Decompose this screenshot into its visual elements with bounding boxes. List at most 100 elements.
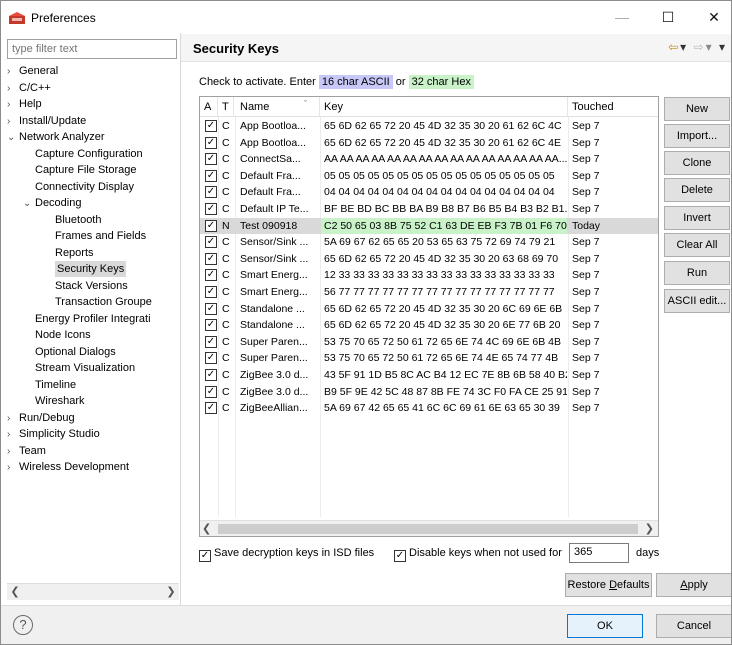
tree-item[interactable]: Capture File Storage (35, 162, 137, 178)
table-row[interactable]: ✓ C App Bootloa... 65 6D 62 65 72 20 45 4D … (200, 135, 658, 151)
active-checkbox[interactable]: ✓ (205, 352, 217, 365)
import-button[interactable]: Import... (664, 124, 730, 148)
table-row[interactable]: ✓ C ZigBee 3.0 d... B9 5F 9E 42 5C 48 87 8B… (200, 384, 658, 400)
table-scroll-left-icon[interactable]: ❮ (202, 521, 211, 536)
active-checkbox[interactable]: ✓ (205, 402, 217, 415)
active-checkbox[interactable]: ✓ (205, 203, 217, 215)
days-input[interactable]: 365 (569, 543, 629, 563)
expand-chevron-icon[interactable]: ⌄ (23, 196, 35, 212)
active-checkbox[interactable]: ✓ (205, 286, 217, 298)
active-checkbox[interactable]: ✓ (205, 319, 217, 332)
tree-item[interactable]: › Simplicity Studio (7, 426, 100, 442)
tree-item[interactable]: Optional Dialogs (35, 344, 116, 360)
table-scroll-right-icon[interactable]: ❯ (645, 521, 654, 536)
table-row[interactable]: ✓ C ZigBee 3.0 d... 43 5F 91 1D B5 8C AC B4… (200, 367, 658, 383)
active-checkbox[interactable]: ✓ (205, 136, 217, 149)
table-row[interactable]: ✓ C Default Fra... 04 04 04 04 04 04 04 04 … (200, 184, 658, 200)
clear-all-button[interactable]: Clear All (664, 233, 730, 257)
table-row[interactable]: ✓ C Default IP Te... BF BE BD BC BB BA B9 B… (200, 201, 658, 217)
tree-item[interactable]: Connectivity Display (35, 179, 134, 195)
tree-item[interactable]: Reports (55, 245, 94, 261)
table-row[interactable]: ✓ C ConnectSa... AA AA AA AA AA AA AA AA AA… (200, 151, 658, 167)
close-button[interactable]: ✕ (699, 5, 729, 29)
tree-item[interactable]: ⌄ Network Analyzer (7, 129, 105, 145)
back-arrow-icon[interactable]: ⇦ (668, 40, 680, 54)
tree-horizontal-scrollbar[interactable]: ❮ ❯ (7, 583, 179, 600)
column-header-name[interactable]: Name ˇ (236, 97, 320, 117)
save-keys-checkbox[interactable]: ✓ (199, 550, 211, 562)
cancel-button[interactable]: Cancel (656, 614, 731, 638)
maximize-button[interactable]: ☐ (653, 5, 683, 29)
collapse-chevron-icon[interactable]: › (7, 411, 19, 427)
save-keys-option[interactable]: ✓ Save decryption keys in ISD files (199, 545, 374, 562)
table-row[interactable]: ✓ C Default Fra... 05 05 05 05 05 05 05 05 … (200, 168, 658, 184)
column-header-type[interactable]: T (218, 97, 234, 117)
active-checkbox[interactable]: ✓ (205, 219, 217, 232)
tree-item[interactable]: ⌄ Decoding (23, 195, 81, 211)
tree-item[interactable]: Transaction Groupe (55, 294, 152, 310)
table-scroll-thumb[interactable] (218, 524, 638, 534)
help-icon[interactable]: ? (13, 615, 33, 635)
tree-item[interactable]: › General (7, 63, 58, 79)
tree-item[interactable]: › C/C++ (7, 80, 51, 96)
collapse-chevron-icon[interactable]: › (7, 427, 19, 443)
active-checkbox[interactable]: ✓ (205, 302, 217, 315)
active-checkbox[interactable]: ✓ (205, 369, 217, 381)
collapse-chevron-icon[interactable]: › (7, 460, 19, 476)
active-checkbox[interactable]: ✓ (205, 385, 217, 398)
scroll-left-icon[interactable]: ❮ (7, 584, 23, 601)
ascii-edit-button[interactable]: ASCII edit... (664, 289, 730, 313)
ok-button[interactable]: OK (567, 614, 643, 638)
invert-button[interactable]: Invert (664, 206, 730, 230)
tree-item[interactable]: Wireshark (35, 393, 85, 409)
tree-item[interactable]: Stack Versions (55, 278, 128, 294)
collapse-chevron-icon[interactable]: › (7, 97, 19, 113)
tree-item[interactable]: › Install/Update (7, 113, 86, 129)
minimize-button[interactable]: — (607, 5, 637, 29)
column-header-active[interactable]: A (200, 97, 218, 117)
new-button[interactable]: New (664, 97, 730, 121)
back-dropdown-icon[interactable]: ▾ (680, 40, 688, 54)
table-row[interactable]: ✓ N Test 090918 C2 50 65 03 8B 75 52 C1 63 … (200, 217, 658, 234)
pane-divider[interactable] (180, 33, 181, 605)
tree-item[interactable]: › Team (7, 443, 46, 459)
run-hmac-button[interactable]: Run HMAC... (664, 261, 730, 301)
table-horizontal-scrollbar[interactable]: ❮ ❯ (200, 520, 658, 536)
collapse-chevron-icon[interactable]: › (7, 64, 19, 80)
tree-item[interactable]: › Run/Debug (7, 410, 75, 426)
expand-chevron-icon[interactable]: ⌄ (7, 130, 19, 146)
tree-item[interactable]: › Wireless Development (7, 459, 129, 475)
collapse-chevron-icon[interactable]: › (7, 81, 19, 97)
active-checkbox[interactable]: ✓ (205, 269, 217, 282)
filter-input[interactable] (7, 39, 177, 59)
table-row[interactable]: ✓ C Standalone ... 65 6D 62 65 72 20 45 4D … (200, 301, 658, 317)
table-row[interactable]: ✓ C Smart Energ... 12 33 33 33 33 33 33 33 … (200, 267, 658, 283)
tree-item[interactable]: Capture Configuration (35, 146, 143, 162)
apply-button[interactable]: Apply (656, 573, 731, 597)
collapse-chevron-icon[interactable]: › (7, 114, 19, 130)
table-row[interactable]: ✓ C App Bootloa... 65 6D 62 65 72 20 45 4D … (200, 118, 658, 134)
tree-item[interactable]: Timeline (35, 377, 76, 393)
table-row[interactable]: ✓ C Sensor/Sink ... 65 6D 62 65 72 20 45 4D… (200, 251, 658, 267)
table-row[interactable]: ✓ C ZigBeeAllian... 5A 69 67 42 65 65 41 6C… (200, 400, 658, 416)
active-checkbox[interactable]: ✓ (205, 186, 217, 199)
active-checkbox[interactable]: ✓ (205, 120, 217, 132)
tree-item[interactable]: Bluetooth (55, 212, 101, 228)
active-checkbox[interactable]: ✓ (205, 236, 217, 249)
restore-defaults-button[interactable]: Restore Defaults (565, 573, 652, 597)
active-checkbox[interactable]: ✓ (205, 252, 217, 265)
tree-item[interactable]: Stream Visualization (35, 360, 135, 376)
tree-item[interactable]: Energy Profiler Integrati (35, 311, 151, 327)
tree-item[interactable]: Security Keys (55, 261, 127, 277)
collapse-chevron-icon[interactable]: › (7, 444, 19, 460)
forward-dropdown-icon[interactable]: ▾ (706, 40, 714, 54)
disable-keys-option[interactable]: ✓ Disable keys when not used for (394, 545, 562, 562)
column-header-key[interactable]: Key (320, 97, 568, 117)
tree-item[interactable]: Frames and Fields (55, 228, 146, 244)
table-row[interactable]: ✓ C Sensor/Sink ... 5A 69 67 62 65 65 20 53… (200, 234, 658, 250)
table-row[interactable]: ✓ C Super Paren... 53 75 70 65 72 50 61 72 … (200, 334, 658, 350)
scroll-right-icon[interactable]: ❯ (163, 584, 179, 601)
column-header-touched[interactable]: Touched (568, 97, 658, 117)
clone-button[interactable]: Clone (664, 151, 730, 175)
active-checkbox[interactable]: ✓ (205, 153, 217, 166)
